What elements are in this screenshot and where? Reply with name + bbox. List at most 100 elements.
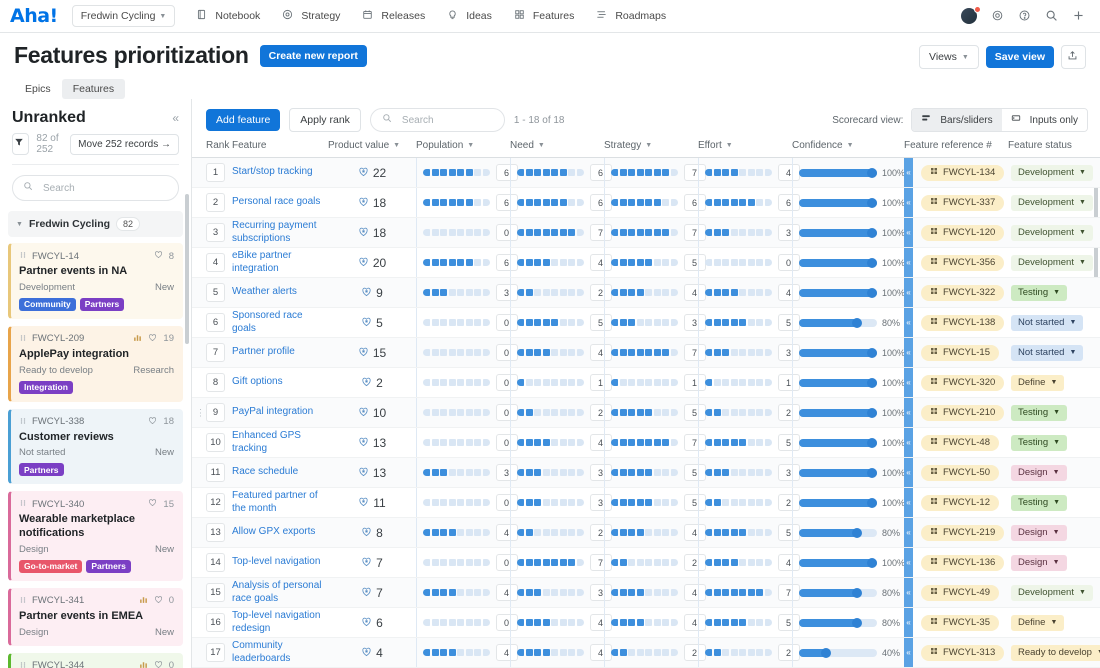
score-segment[interactable]: [466, 409, 473, 416]
score-segment[interactable]: [662, 259, 669, 266]
score-segment[interactable]: [611, 559, 618, 566]
score-segment[interactable]: [662, 199, 669, 206]
score-segment[interactable]: [474, 379, 481, 386]
score-segment[interactable]: [662, 229, 669, 236]
score-segment[interactable]: [543, 529, 550, 536]
score-segment[interactable]: [568, 319, 575, 326]
card-tag[interactable]: Partners: [86, 560, 131, 573]
nav-item-features[interactable]: Features: [503, 4, 585, 28]
score-segment[interactable]: [560, 559, 567, 566]
score-segment[interactable]: [534, 319, 541, 326]
feature-reference-pill[interactable]: FWCYL-49: [921, 585, 999, 601]
score-segment[interactable]: [432, 499, 439, 506]
score-segment[interactable]: [577, 379, 584, 386]
score-segment[interactable]: [432, 349, 439, 356]
score-segment[interactable]: [432, 169, 439, 176]
score-segment[interactable]: [731, 499, 738, 506]
effort-bar[interactable]: [705, 229, 772, 236]
effort-bar[interactable]: [705, 529, 772, 536]
score-segment[interactable]: [714, 199, 721, 206]
score-segment[interactable]: [731, 259, 738, 266]
strategy-bar[interactable]: [611, 619, 678, 626]
score-segment[interactable]: [628, 229, 635, 236]
score-segment[interactable]: [714, 439, 721, 446]
score-segment[interactable]: [611, 409, 618, 416]
score-segment[interactable]: [628, 349, 635, 356]
score-segment[interactable]: [628, 469, 635, 476]
score-segment[interactable]: [432, 559, 439, 566]
collapse-scorecard-handle[interactable]: «: [904, 338, 913, 367]
score-segment[interactable]: [474, 559, 481, 566]
score-segment[interactable]: [756, 529, 763, 536]
table-row[interactable]: 17Community leaderboards4442240%«FWCYL-3…: [192, 638, 1100, 668]
card-tag[interactable]: Integration: [19, 381, 73, 394]
score-segment[interactable]: [449, 229, 456, 236]
score-segment[interactable]: [765, 229, 772, 236]
score-segment[interactable]: [466, 649, 473, 656]
score-segment[interactable]: [466, 229, 473, 236]
score-segment[interactable]: [748, 379, 755, 386]
score-segment[interactable]: [526, 169, 533, 176]
score-segment[interactable]: [543, 469, 550, 476]
score-segment[interactable]: [714, 259, 721, 266]
score-segment[interactable]: [543, 379, 550, 386]
population-bar[interactable]: [423, 349, 490, 356]
score-segment[interactable]: [765, 529, 772, 536]
score-segment[interactable]: [765, 349, 772, 356]
score-segment[interactable]: [671, 229, 678, 236]
score-segment[interactable]: [739, 649, 746, 656]
score-segment[interactable]: [637, 619, 644, 626]
collapse-scorecard-handle[interactable]: «: [904, 278, 913, 307]
row-drag-handle[interactable]: ⋮: [196, 407, 204, 418]
score-segment[interactable]: [457, 529, 464, 536]
score-segment[interactable]: [534, 259, 541, 266]
score-segment[interactable]: [654, 619, 661, 626]
score-segment[interactable]: [440, 589, 447, 596]
feature-reference-pill[interactable]: FWCYL-320: [921, 375, 1004, 391]
score-segment[interactable]: [577, 409, 584, 416]
avatar[interactable]: [961, 8, 978, 25]
score-segment[interactable]: [705, 409, 712, 416]
score-segment[interactable]: [423, 259, 430, 266]
status-badge[interactable]: Define▼: [1011, 615, 1064, 631]
score-segment[interactable]: [457, 169, 464, 176]
score-segment[interactable]: [526, 589, 533, 596]
create-new-report-button[interactable]: Create new report: [260, 45, 367, 67]
score-segment[interactable]: [645, 469, 652, 476]
score-segment[interactable]: [705, 379, 712, 386]
score-segment[interactable]: [543, 409, 550, 416]
view-inputs-only-button[interactable]: Inputs only: [1002, 109, 1087, 131]
score-segment[interactable]: [466, 349, 473, 356]
score-segment[interactable]: [705, 289, 712, 296]
score-segment[interactable]: [483, 379, 490, 386]
score-segment[interactable]: [705, 199, 712, 206]
population-bar[interactable]: [423, 379, 490, 386]
score-segment[interactable]: [432, 619, 439, 626]
drag-handle-icon[interactable]: [19, 250, 27, 262]
score-segment[interactable]: [611, 229, 618, 236]
score-segment[interactable]: [731, 169, 738, 176]
score-segment[interactable]: [449, 439, 456, 446]
score-segment[interactable]: [440, 319, 447, 326]
score-segment[interactable]: [543, 319, 550, 326]
score-segment[interactable]: [534, 169, 541, 176]
score-segment[interactable]: [440, 559, 447, 566]
score-segment[interactable]: [449, 649, 456, 656]
score-segment[interactable]: [449, 469, 456, 476]
score-segment[interactable]: [534, 589, 541, 596]
plus-icon[interactable]: [1072, 9, 1086, 23]
score-segment[interactable]: [654, 349, 661, 356]
score-segment[interactable]: [705, 559, 712, 566]
score-segment[interactable]: [517, 289, 524, 296]
score-segment[interactable]: [620, 379, 627, 386]
score-segment[interactable]: [765, 439, 772, 446]
nav-item-notebook[interactable]: Notebook: [185, 4, 271, 28]
score-segment[interactable]: [432, 469, 439, 476]
score-segment[interactable]: [551, 289, 558, 296]
feature-link[interactable]: Recurring payment subscriptions: [232, 220, 322, 245]
score-segment[interactable]: [483, 289, 490, 296]
score-segment[interactable]: [474, 409, 481, 416]
need-bar[interactable]: [517, 439, 584, 446]
score-segment[interactable]: [551, 349, 558, 356]
score-segment[interactable]: [517, 649, 524, 656]
